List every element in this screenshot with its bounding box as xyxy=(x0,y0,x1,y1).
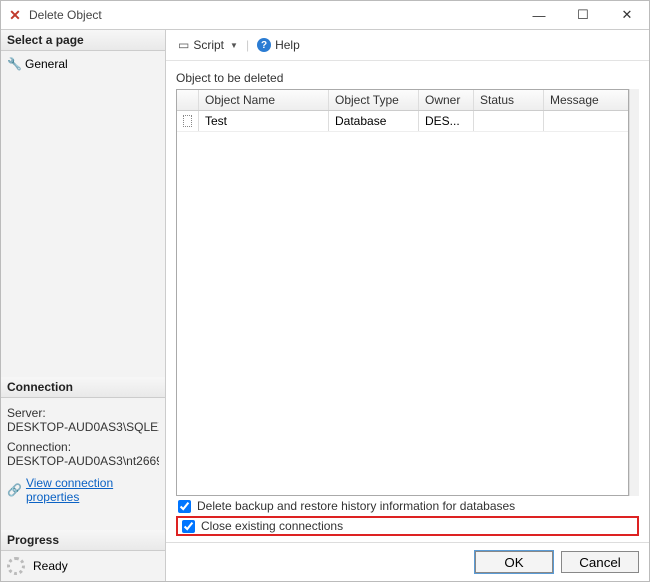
minimize-button[interactable]: — xyxy=(517,1,561,29)
server-value: DESKTOP-AUD0AS3\SQLEXPRE xyxy=(7,420,159,434)
left-sidebar: Select a page 🔧 General Connection Serve… xyxy=(1,30,166,581)
cell-object-type: Database xyxy=(329,111,419,131)
cell-status xyxy=(474,111,544,131)
help-button[interactable]: ? Help xyxy=(253,36,304,54)
connection-label: Connection: xyxy=(7,440,159,454)
close-connections-checkbox[interactable] xyxy=(182,520,195,533)
window-title: Delete Object xyxy=(29,8,102,22)
connection-header: Connection xyxy=(1,377,165,398)
close-button[interactable]: ✕ xyxy=(605,1,649,29)
table-header: Object Name Object Type Owner Status Mes… xyxy=(177,90,628,111)
page-item-general[interactable]: 🔧 General xyxy=(5,55,161,73)
col-object-type[interactable]: Object Type xyxy=(329,90,419,110)
help-icon: ? xyxy=(257,38,271,52)
help-label: Help xyxy=(275,38,300,52)
col-status[interactable]: Status xyxy=(474,90,544,110)
page-item-label: General xyxy=(25,57,68,71)
progress-header: Progress xyxy=(1,530,165,551)
ok-button[interactable]: OK xyxy=(475,551,553,573)
script-label: Script xyxy=(193,38,224,52)
toolbar: ▭ Script ▼ | ? Help xyxy=(166,30,649,61)
table-row[interactable]: Test Database DES... xyxy=(177,111,628,132)
progress-spinner-icon xyxy=(7,557,25,575)
close-connections-highlight: Close existing connections xyxy=(176,516,639,536)
cell-message xyxy=(544,111,628,131)
connection-value: DESKTOP-AUD0AS3\nt26691 xyxy=(7,454,159,468)
dialog-footer: OK Cancel xyxy=(166,542,649,581)
grid-caption: Object to be deleted xyxy=(176,71,639,85)
delete-backup-checkbox-row[interactable]: Delete backup and restore history inform… xyxy=(176,496,639,516)
select-page-header: Select a page xyxy=(1,30,165,51)
cell-object-name: Test xyxy=(199,111,329,131)
window-titlebar: ✕ Delete Object — ☐ ✕ xyxy=(1,1,649,29)
row-handle-icon xyxy=(183,115,192,127)
col-message[interactable]: Message xyxy=(544,90,628,110)
delete-backup-label: Delete backup and restore history inform… xyxy=(197,499,515,513)
maximize-button[interactable]: ☐ xyxy=(561,1,605,29)
table-scrollbar[interactable] xyxy=(629,89,639,496)
view-connection-properties-link[interactable]: View connection properties xyxy=(26,476,159,504)
main-area: ▭ Script ▼ | ? Help Object to be deleted… xyxy=(166,30,649,581)
objects-table: Object Name Object Type Owner Status Mes… xyxy=(176,89,629,496)
delete-backup-checkbox[interactable] xyxy=(178,500,191,513)
cancel-button[interactable]: Cancel xyxy=(561,551,639,573)
connection-properties-icon: 🔗 xyxy=(7,483,22,497)
wrench-icon: 🔧 xyxy=(7,57,21,71)
app-icon: ✕ xyxy=(7,7,23,23)
close-connections-label: Close existing connections xyxy=(201,519,343,533)
close-connections-checkbox-row[interactable]: Close existing connections xyxy=(182,519,343,533)
chevron-down-icon: ▼ xyxy=(230,41,238,50)
progress-text: Ready xyxy=(33,559,68,573)
script-dropdown[interactable]: ▭ Script ▼ xyxy=(174,36,242,54)
col-owner[interactable]: Owner xyxy=(419,90,474,110)
server-label: Server: xyxy=(7,406,159,420)
cell-owner: DES... xyxy=(419,111,474,131)
script-icon: ▭ xyxy=(178,38,189,52)
col-object-name[interactable]: Object Name xyxy=(199,90,329,110)
